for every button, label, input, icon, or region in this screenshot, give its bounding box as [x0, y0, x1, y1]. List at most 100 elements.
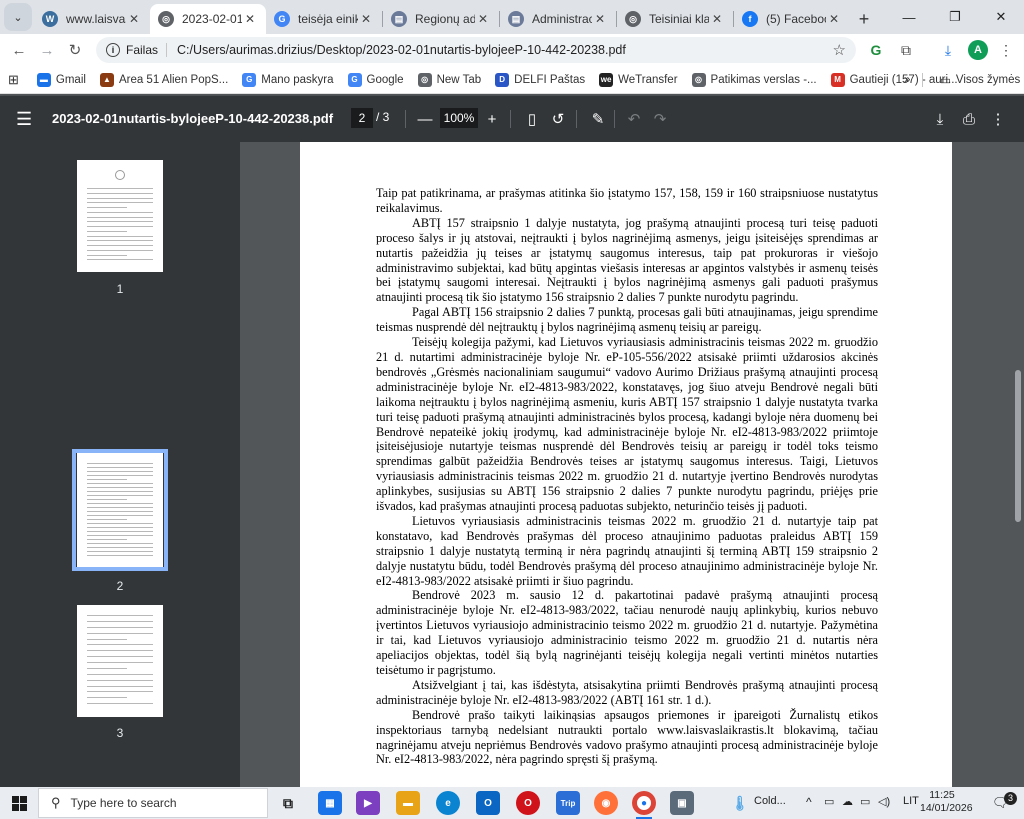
browser-tab[interactable]: ▤ Regionų administraciniai✕ [383, 4, 499, 34]
zoom-level-input[interactable]: 100% [440, 108, 478, 128]
tab-strip: ⌄ Wwww.laisvaslaikrastis.lt✕◎2023-02-01n… [0, 0, 1024, 34]
back-button[interactable]: ← [4, 36, 34, 64]
bookmark-item[interactable]: D DELFI Paštas [495, 72, 585, 87]
bookmark-item[interactable]: ◎ Patikimas verslas -... [691, 72, 817, 87]
volume-icon[interactable]: ◁) [878, 795, 890, 808]
reload-icon: ↻ [68, 42, 82, 59]
bookmark-item[interactable]: ▲ Area 51 Alien PopS... [99, 72, 228, 87]
new-tab-button[interactable]: + [850, 4, 878, 34]
microsoft-store-icon[interactable]: ▦ [318, 791, 342, 815]
restore-button[interactable]: ❐ [932, 0, 978, 34]
thumbnail-text-line [87, 211, 153, 213]
opera-icon[interactable]: O [516, 791, 540, 815]
rotate-icon[interactable]: ↺ [548, 108, 568, 130]
bookmark-item[interactable]: ◎ New Tab [417, 72, 481, 87]
extensions-puzzle-icon[interactable]: ⧉ [896, 40, 916, 60]
thumbnail-text-line [87, 539, 127, 540]
weather-label[interactable]: Cold... [754, 795, 786, 807]
tab-close-icon[interactable]: ✕ [475, 12, 491, 26]
search-icon: ⚲ [51, 795, 61, 810]
meet-now-icon[interactable]: ▭ [824, 795, 834, 808]
zoom-in-button[interactable]: + [482, 108, 502, 130]
file-explorer-icon[interactable]: ▬ [396, 791, 420, 815]
browser-tab[interactable]: ◎ Teisiniai klaidinimai✕ [617, 4, 733, 34]
profile-avatar[interactable]: A [968, 40, 988, 60]
tray-chevron-up-icon[interactable]: ^ [806, 795, 812, 809]
pdf-download-icon[interactable]: ⤓ [930, 108, 950, 130]
outlook-icon[interactable]: O [476, 791, 500, 815]
photo-viewer-icon[interactable]: ▣ [670, 791, 694, 815]
vertical-scrollbar[interactable] [1014, 142, 1022, 787]
browser-tab[interactable]: Wwww.laisvaslaikrastis.lt✕ [34, 4, 150, 34]
arrow-right-icon: → [39, 41, 55, 59]
display-icon[interactable]: ▭ [860, 795, 870, 808]
trip-app-icon[interactable]: Trip [556, 791, 580, 815]
tab-close-icon[interactable]: ✕ [709, 12, 725, 26]
bookmark-item[interactable]: ▬ Gmail [36, 72, 86, 87]
undo-icon[interactable]: ↶ [624, 108, 644, 130]
network-cloud-icon[interactable]: ☁ [842, 795, 853, 808]
address-bar[interactable]: i Failas C:/Users/aurimas.drizius/Deskto… [96, 37, 856, 63]
bookmark-label: Google [366, 73, 404, 86]
reload-button[interactable]: ↻ [60, 36, 90, 64]
redo-icon[interactable]: ↷ [650, 108, 670, 130]
browser-menu-icon[interactable]: ⋮ [996, 40, 1016, 60]
minimize-button[interactable]: — [886, 0, 932, 34]
close-window-button[interactable]: ✕ [978, 0, 1024, 34]
language-indicator[interactable]: LIT [903, 795, 919, 807]
grammarly-extension-icon[interactable]: G [866, 40, 886, 60]
thumbnail-text-line [87, 519, 127, 520]
thumbnail-text-line [87, 499, 127, 500]
thumbnail-text-line [87, 685, 153, 687]
print-icon[interactable]: ⎙ [959, 108, 979, 130]
bookmark-item[interactable]: G Mano paskyra [242, 72, 334, 87]
zoom-out-button[interactable]: — [415, 108, 435, 130]
bookmark-item[interactable]: M Gautieji (157) - auri... [830, 72, 958, 87]
page-thumbnail-2[interactable] [77, 453, 163, 567]
thumbnail-text-line [87, 547, 153, 548]
firefox-icon[interactable]: ◉ [594, 791, 618, 815]
tab-close-icon[interactable]: ✕ [242, 12, 258, 26]
annotate-pen-icon[interactable]: ✎ [588, 108, 608, 130]
bookmark-star-icon[interactable]: ☆ [833, 41, 846, 59]
url-text[interactable]: C:/Users/aurimas.drizius/Desktop/2023-02… [177, 43, 833, 57]
tab-close-icon[interactable]: ✕ [592, 12, 608, 26]
browser-tab[interactable]: f (5) Facebook✕ [734, 4, 850, 34]
tab-search-button[interactable]: ⌄ [4, 3, 32, 31]
chrome-icon[interactable]: ● [632, 791, 656, 819]
thumbnail-text-line [87, 503, 153, 504]
browser-tab[interactable]: ◎ 2023-02-01nutartis-bylojeeP✕ [150, 4, 266, 34]
start-button[interactable] [0, 787, 38, 819]
page-number-input[interactable]: 2 [351, 108, 373, 128]
pdf-viewer[interactable]: Taip pat patikrinama, ar prašymas atitin… [240, 142, 1024, 787]
thumbnail-text-line [87, 626, 153, 628]
browser-tab[interactable]: Gteisėja einikienė✕ [266, 4, 382, 34]
tab-close-icon[interactable]: ✕ [826, 12, 842, 26]
chevron-down-icon: ⌄ [13, 11, 23, 24]
bookmark-item[interactable]: G Google [347, 72, 404, 87]
tab-close-icon[interactable]: ✕ [126, 12, 142, 26]
forward-button[interactable]: → [32, 36, 62, 64]
thermometer-icon[interactable]: 🌡 [728, 791, 752, 815]
pdf-more-menu-icon[interactable]: ⋮ [988, 108, 1008, 130]
page-thumbnail-3[interactable] [77, 605, 163, 717]
taskbar-search-box[interactable]: ⚲ Type here to search [38, 788, 268, 818]
browser-tab[interactable]: ▤ Administracinių bylų✕ [500, 4, 616, 34]
info-icon[interactable]: i [106, 43, 120, 57]
thumbnail-text-line [87, 644, 153, 646]
tab-close-icon[interactable]: ✕ [358, 12, 374, 26]
page-thumbnail-1[interactable] [77, 160, 163, 272]
edge-browser-icon[interactable]: e [436, 791, 460, 815]
fit-page-icon[interactable]: ▯ [522, 108, 542, 130]
video-editor-icon[interactable]: ▶ [356, 791, 380, 815]
task-view-icon[interactable]: ⧉ [276, 791, 300, 815]
all-bookmarks-button[interactable]: ▭ Visos žymės [940, 73, 1020, 87]
bookmarks-overflow-button[interactable]: » [904, 74, 910, 86]
download-icon[interactable]: ⤓ [938, 40, 958, 60]
apps-grid-icon[interactable]: ⊞ [8, 72, 19, 88]
bookmark-item[interactable]: we WeTransfer [599, 72, 678, 87]
scrollbar-thumb[interactable] [1015, 370, 1021, 522]
thumbnail-text-line [87, 235, 153, 237]
system-clock[interactable]: 11:25 14/01/2026 [920, 789, 973, 815]
sidebar-menu-icon[interactable]: ☰ [16, 109, 32, 130]
